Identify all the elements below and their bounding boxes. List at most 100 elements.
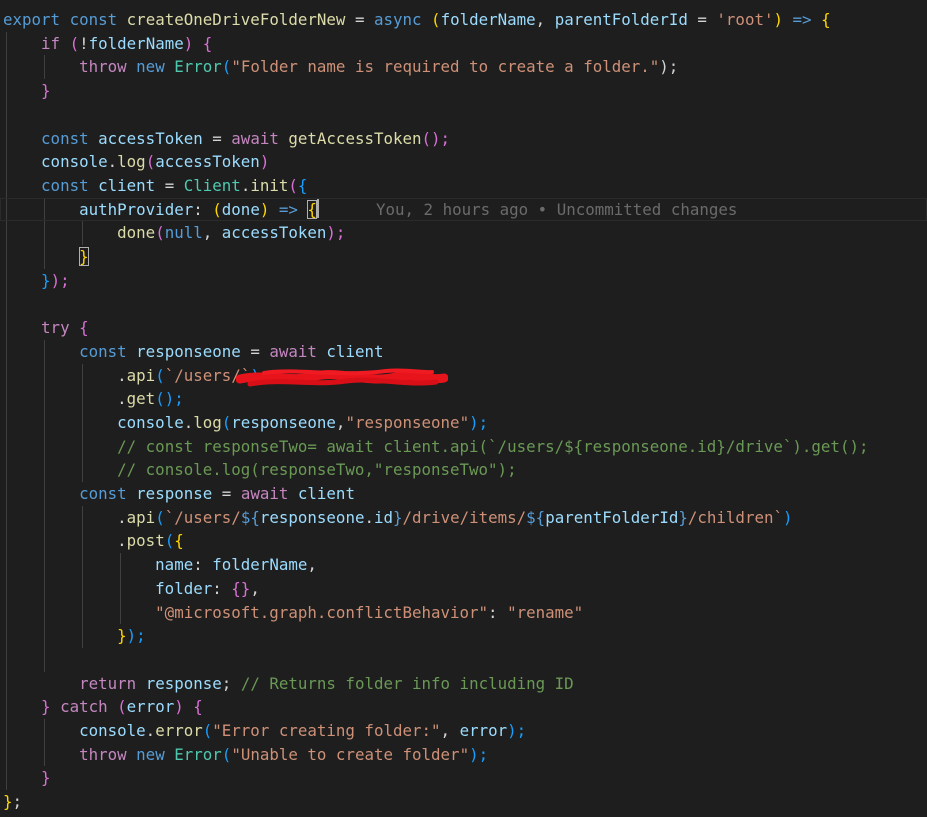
code-line[interactable]: try {	[3, 316, 89, 340]
code-line[interactable]: const responseone = await client	[3, 340, 383, 364]
code-token: ;	[12, 792, 23, 812]
code-token: }	[79, 247, 89, 266]
code-token: response	[136, 484, 213, 503]
code-token: const	[41, 128, 89, 148]
code-token: }	[41, 81, 51, 101]
code-token: export	[3, 10, 61, 29]
code-line[interactable]: if (!folderName) {	[3, 32, 212, 56]
code-token: folderName	[212, 555, 308, 575]
code-token: (	[431, 10, 441, 29]
code-token: `/users/	[164, 365, 241, 385]
code-line[interactable]: throw new Error("Folder name is required…	[3, 55, 678, 79]
code-token: ${	[240, 507, 260, 527]
code-line[interactable]: // console.log(responseTwo,"responseTwo"…	[3, 458, 517, 482]
code-token: parentFolderId	[554, 10, 688, 29]
code-token: ;	[221, 673, 232, 693]
code-line[interactable]: }	[3, 245, 89, 269]
code-token: responseone	[259, 507, 365, 527]
code-line[interactable]: // const responseTwo= await client.api(`…	[3, 435, 868, 459]
code-line[interactable]: done(null, accessToken);	[3, 221, 345, 245]
code-line[interactable]: .get();	[3, 387, 184, 411]
code-token: ,	[307, 555, 317, 575]
code-line-current[interactable]: authProvider: (done) => { You, 2 hours a…	[0, 198, 927, 222]
code-token: :	[193, 555, 203, 575]
code-token: responseone	[231, 412, 336, 432]
code-line[interactable]: "@microsoft.graph.conflictBehavior": "re…	[3, 601, 583, 625]
code-line[interactable]: const accessToken = await getAccessToken…	[3, 127, 450, 151]
code-token: }	[678, 507, 688, 527]
code-line[interactable]: console.log(accessToken)	[3, 150, 269, 174]
code-line[interactable]: name: folderName,	[3, 553, 317, 577]
code-editor[interactable]: export const createOneDriveFolderNew = a…	[0, 0, 927, 817]
code-token: (	[221, 744, 232, 764]
git-blame-annotation: You, 2 hours ago • Uncommitted changes	[376, 199, 738, 219]
code-token: Client	[183, 175, 241, 195]
code-token: // console.log(responseTwo,"responseTwo"…	[117, 460, 517, 480]
code-token: :	[488, 602, 498, 622]
code-token: return	[79, 673, 137, 693]
code-token: ();	[155, 389, 184, 409]
code-line[interactable]: return response; // Returns folder info …	[3, 672, 574, 696]
code-token: responseone	[136, 341, 241, 361]
code-line[interactable]: };	[3, 790, 22, 814]
code-token: folderName	[440, 10, 536, 29]
code-token: .	[117, 365, 127, 385]
code-line[interactable]: .api(`/users/${responseone.id}/drive/ite…	[3, 506, 792, 530]
code-token: (	[221, 57, 232, 77]
code-token: .	[240, 175, 251, 195]
code-token: createOneDriveFolderNew	[126, 10, 346, 29]
code-token: (	[69, 33, 80, 53]
code-line[interactable]: folder: {},	[3, 577, 260, 601]
code-line[interactable]: throw new Error("Unable to create folder…	[3, 743, 488, 767]
code-token: (	[202, 721, 213, 740]
code-token: client	[297, 484, 355, 503]
code-line[interactable]: const client = Client.init({	[3, 174, 307, 198]
code-token: throw	[79, 744, 127, 764]
code-token: (	[212, 199, 222, 219]
code-token: await	[240, 484, 289, 503]
code-token: =>	[278, 199, 298, 219]
code-token: )	[174, 697, 184, 717]
code-token: ();	[421, 128, 451, 148]
code-line[interactable]: });	[3, 624, 146, 648]
code-line[interactable]: console.log(responseone,"responseone");	[3, 411, 488, 435]
code-token: post	[126, 531, 165, 551]
code-line[interactable]: console.error("Error creating folder:", …	[3, 719, 526, 743]
code-line[interactable]: }	[3, 766, 51, 790]
code-line[interactable]: } catch (error) {	[3, 695, 203, 719]
code-token: name	[155, 555, 194, 575]
code-line[interactable]: export const createOneDriveFolderNew = a…	[3, 8, 831, 32]
code-token: );	[326, 223, 346, 243]
code-line[interactable]: });	[3, 269, 70, 293]
code-token: {	[193, 697, 203, 717]
code-token: }	[41, 270, 51, 290]
code-line[interactable]: }	[3, 79, 51, 103]
code-token: const	[79, 341, 127, 361]
code-line[interactable]: .post({	[3, 529, 184, 553]
code-token: )	[183, 33, 194, 53]
code-token: Error	[174, 744, 222, 764]
code-line[interactable]: const response = await client	[3, 482, 355, 506]
code-line[interactable]: .api(`/users/`)	[3, 364, 260, 388]
code-token: );	[469, 412, 489, 432]
